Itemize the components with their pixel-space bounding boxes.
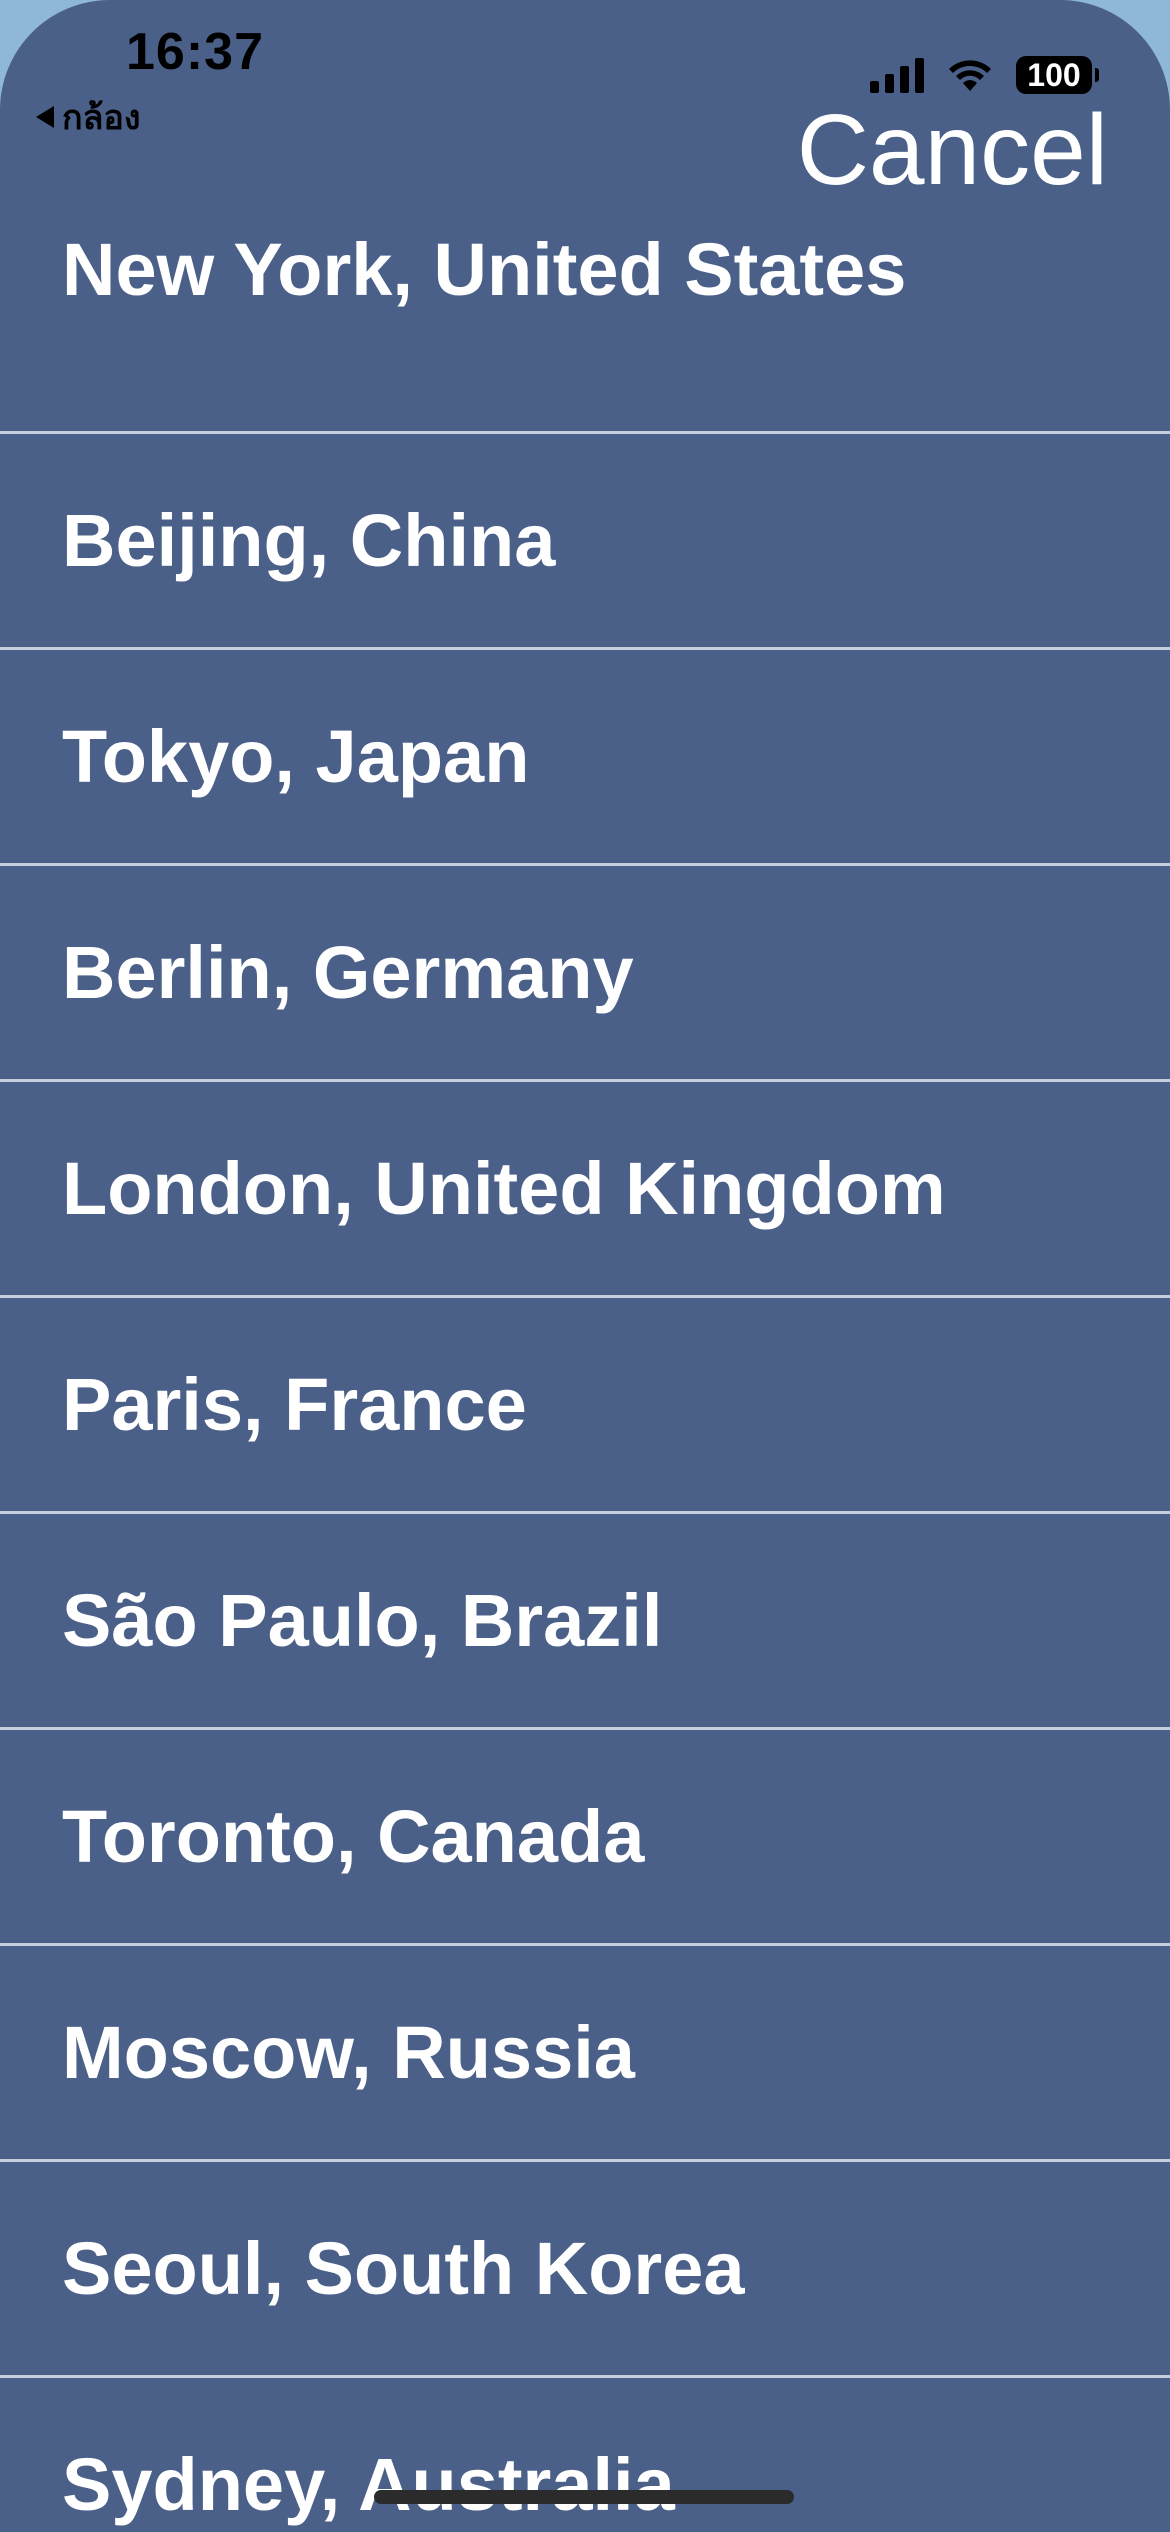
city-label: Sydney, Australia (62, 2443, 675, 2526)
city-label: Moscow, Russia (62, 2011, 635, 2094)
list-item[interactable]: Moscow, Russia (0, 1946, 1170, 2162)
city-label: Tokyo, Japan (62, 715, 530, 798)
city-label: Beijing, China (62, 499, 556, 582)
city-label: São Paulo, Brazil (62, 1579, 663, 1662)
home-indicator[interactable] (374, 2490, 794, 2504)
list-item[interactable]: Beijing, China (0, 434, 1170, 650)
city-label: Seoul, South Korea (62, 2227, 745, 2310)
list-item[interactable]: Berlin, Germany (0, 866, 1170, 1082)
screen: 16:37 กล้อง 100 Cancel New York, United … (0, 0, 1170, 2532)
list-item[interactable]: Tokyo, Japan (0, 650, 1170, 866)
city-label: London, United Kingdom (62, 1147, 946, 1230)
list-item[interactable]: São Paulo, Brazil (0, 1514, 1170, 1730)
city-label: Paris, France (62, 1363, 527, 1446)
city-label: Toronto, Canada (62, 1795, 645, 1878)
list-item[interactable]: Paris, France (0, 1298, 1170, 1514)
list-item[interactable]: Seoul, South Korea (0, 2162, 1170, 2378)
list-item[interactable]: New York, United States (0, 0, 1170, 434)
city-label: New York, United States (62, 228, 907, 311)
list-item[interactable]: London, United Kingdom (0, 1082, 1170, 1298)
list-item[interactable]: Sydney, Australia (0, 2378, 1170, 2532)
list-item[interactable]: Toronto, Canada (0, 1730, 1170, 1946)
city-list: New York, United States Beijing, China T… (0, 218, 1170, 2532)
city-label: Berlin, Germany (62, 931, 634, 1014)
